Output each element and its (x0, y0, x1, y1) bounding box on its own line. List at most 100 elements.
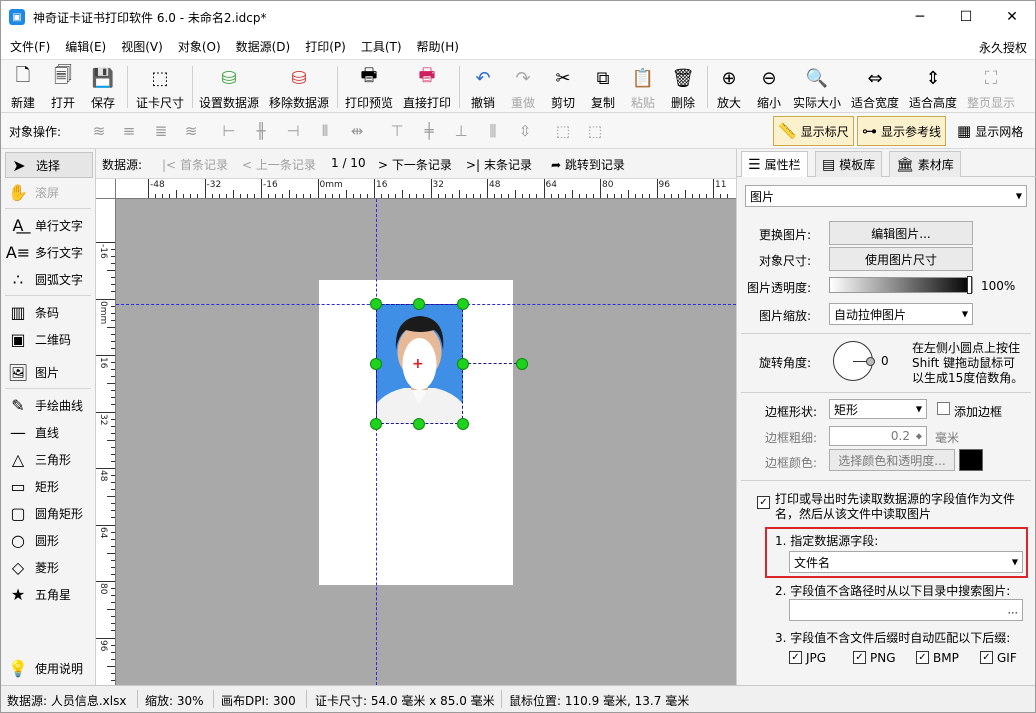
align-left-icon[interactable]: ⊢ (219, 121, 239, 141)
resize-handle-bottom-right[interactable] (457, 418, 469, 430)
opacity-slider-thumb[interactable] (967, 276, 972, 294)
same-size-icon[interactable]: ⬚ (585, 121, 605, 141)
tool-multi-line-text[interactable]: A≡ 多行文字 (5, 239, 93, 265)
menu-help[interactable]: 帮助(H) (411, 38, 465, 55)
tool-barcode[interactable]: ▥ 条码 (5, 299, 93, 325)
edit-image-button[interactable]: 编辑图片... (829, 221, 973, 245)
menu-edit[interactable]: 编辑(E) (59, 38, 112, 55)
minimize-button[interactable]: ─ (897, 1, 943, 33)
resize-handle-bottom[interactable] (413, 418, 425, 430)
border-width-input[interactable]: 0.2 ◆ (829, 426, 927, 446)
open-button[interactable]: 🗐 打开 (45, 62, 81, 112)
image-scale-select[interactable]: 自动拉伸图片 ▼ (829, 303, 973, 325)
full-page-button[interactable]: ⛶ 整页显示 (965, 62, 1017, 112)
border-color-swatch[interactable] (959, 449, 983, 471)
resize-handle-right[interactable] (457, 358, 469, 370)
ext-bmp-checkbox[interactable]: ✓ (916, 651, 929, 664)
menu-print[interactable]: 打印(P) (299, 38, 352, 55)
read-from-field-checkbox[interactable]: ✓ (757, 496, 770, 509)
tab-properties[interactable]: ☰ 属性栏 (741, 151, 808, 177)
vertical-ruler[interactable]: -16 0mm 16 32 48 64 80 96 (96, 199, 116, 685)
show-grid-toggle[interactable]: ▦ 显示网格 (957, 116, 1023, 146)
next-record-button[interactable]: > 下一条记录 (378, 156, 452, 173)
rotation-knob[interactable] (866, 357, 875, 366)
browse-button[interactable]: ... (1008, 604, 1019, 617)
print-preview-button[interactable]: 🖶 打印预览 (343, 62, 395, 112)
menu-tools[interactable]: 工具(T) (355, 38, 408, 55)
send-to-back-icon[interactable]: ≋ (181, 121, 201, 141)
align-center-icon[interactable]: ╫ (251, 121, 271, 141)
paste-button[interactable]: 📋 粘贴 (625, 62, 661, 112)
first-record-button[interactable]: |< 首条记录 (162, 156, 228, 173)
rotate-handle[interactable] (516, 358, 528, 370)
actual-size-button[interactable]: 🔍 实际大小 (791, 62, 843, 112)
design-canvas[interactable]: -48 -32 -16 0mm 16 32 48 64 80 96 11 -16 0mm 16 32 48 6… (96, 179, 736, 685)
align-bottom-icon[interactable]: ⊥ (451, 121, 471, 141)
tool-single-line-text[interactable]: A͟ 单行文字 (5, 212, 93, 238)
tool-rounded-rectangle[interactable]: ▢ 圆角矩形 (5, 500, 93, 526)
close-button[interactable]: ✕ (989, 1, 1035, 33)
zoom-in-button[interactable]: ⊕ 放大 (711, 62, 747, 112)
maximize-button[interactable]: ☐ (943, 1, 989, 33)
menu-view[interactable]: 视图(V) (115, 38, 169, 55)
tool-select[interactable]: ➤ 选择 (5, 152, 93, 178)
tab-materials[interactable]: 🏛 素材库 (889, 151, 961, 177)
border-color-button[interactable]: 选择颜色和透明度... (829, 449, 955, 471)
tool-line[interactable]: — 直线 (5, 419, 93, 445)
set-datasource-button[interactable]: ⛁ 设置数据源 (197, 62, 261, 112)
search-dir-input[interactable]: ... (789, 599, 1023, 621)
ext-gif-checkbox[interactable]: ✓ (980, 651, 993, 664)
menu-datasource[interactable]: 数据源(D) (230, 38, 297, 55)
border-shape-select[interactable]: 矩形 ▼ (829, 399, 927, 419)
tool-star[interactable]: ★ 五角星 (5, 581, 93, 607)
opacity-slider[interactable] (829, 276, 973, 294)
tool-triangle[interactable]: △ 三角形 (5, 446, 93, 472)
send-backward-icon[interactable]: ≣ (151, 121, 171, 141)
remove-datasource-button[interactable]: ⛁ 移除数据源 (267, 62, 331, 112)
tool-freehand[interactable]: ✎ 手绘曲线 (5, 392, 93, 418)
new-button[interactable]: 🗋 新建 (5, 62, 41, 112)
tool-diamond[interactable]: ◇ 菱形 (5, 554, 93, 580)
same-width-icon[interactable]: ⬚ (553, 121, 573, 141)
save-button[interactable]: 💾 保存 (85, 62, 121, 112)
bring-forward-icon[interactable]: ≡ (119, 121, 139, 141)
tool-arc-text[interactable]: ∴ 圆弧文字 (5, 266, 93, 292)
fit-width-button[interactable]: ⇔ 适合宽度 (849, 62, 901, 112)
copy-button[interactable]: ⧉ 复制 (585, 62, 621, 112)
license-status[interactable]: 永久授权 (979, 39, 1027, 56)
redo-button[interactable]: ↷ 重做 (505, 62, 541, 112)
show-guides-toggle[interactable]: ⊶ 显示参考线 (857, 116, 947, 146)
resize-handle-top-left[interactable] (370, 298, 382, 310)
resize-handle-bottom-left[interactable] (370, 418, 382, 430)
tool-scroll[interactable]: ✋ 滚屏 (5, 179, 93, 205)
bring-to-front-icon[interactable]: ≋ (89, 121, 109, 141)
show-ruler-toggle[interactable]: 📏 显示标尺 (773, 116, 854, 146)
ext-jpg-checkbox[interactable]: ✓ (789, 651, 802, 664)
menu-object[interactable]: 对象(O) (172, 38, 227, 55)
undo-button[interactable]: ↶ 撤销 (465, 62, 501, 112)
align-top-icon[interactable]: ⊤ (387, 121, 407, 141)
zoom-out-button[interactable]: ⊖ 缩小 (751, 62, 787, 112)
distribute-vertical-icon[interactable]: ⫼ (483, 121, 503, 141)
tool-image[interactable]: 🖼 图片 (5, 359, 93, 385)
resize-handle-top[interactable] (413, 298, 425, 310)
cut-button[interactable]: ✂ 剪切 (545, 62, 581, 112)
space-vertical-icon[interactable]: ⇳ (515, 121, 535, 141)
resize-handle-top-right[interactable] (457, 298, 469, 310)
tool-qrcode[interactable]: ▣ 二维码 (5, 326, 93, 352)
direct-print-button[interactable]: 🖶 直接打印 (401, 62, 453, 112)
rotation-dial[interactable] (833, 341, 875, 381)
tool-rectangle[interactable]: ▭ 矩形 (5, 473, 93, 499)
jump-record-button[interactable]: ➦ 跳转到记录 (551, 156, 625, 173)
tool-circle[interactable]: ○ 圆形 (5, 527, 93, 553)
prev-record-button[interactable]: < 上一条记录 (242, 156, 316, 173)
help-guide-button[interactable]: 💡 使用说明 (5, 655, 93, 681)
align-middle-icon[interactable]: ╪ (419, 121, 439, 141)
fit-height-button[interactable]: ⇕ 适合高度 (907, 62, 959, 112)
resize-handle-left[interactable] (370, 358, 382, 370)
horizontal-ruler[interactable]: -48 -32 -16 0mm 16 32 48 64 80 96 11 (116, 179, 736, 199)
tab-templates[interactable]: ▤ 模板库 (815, 151, 883, 177)
space-horizontal-icon[interactable]: ⇹ (347, 121, 367, 141)
last-record-button[interactable]: >| 末条记录 (466, 156, 532, 173)
add-border-checkbox[interactable] (937, 402, 950, 415)
